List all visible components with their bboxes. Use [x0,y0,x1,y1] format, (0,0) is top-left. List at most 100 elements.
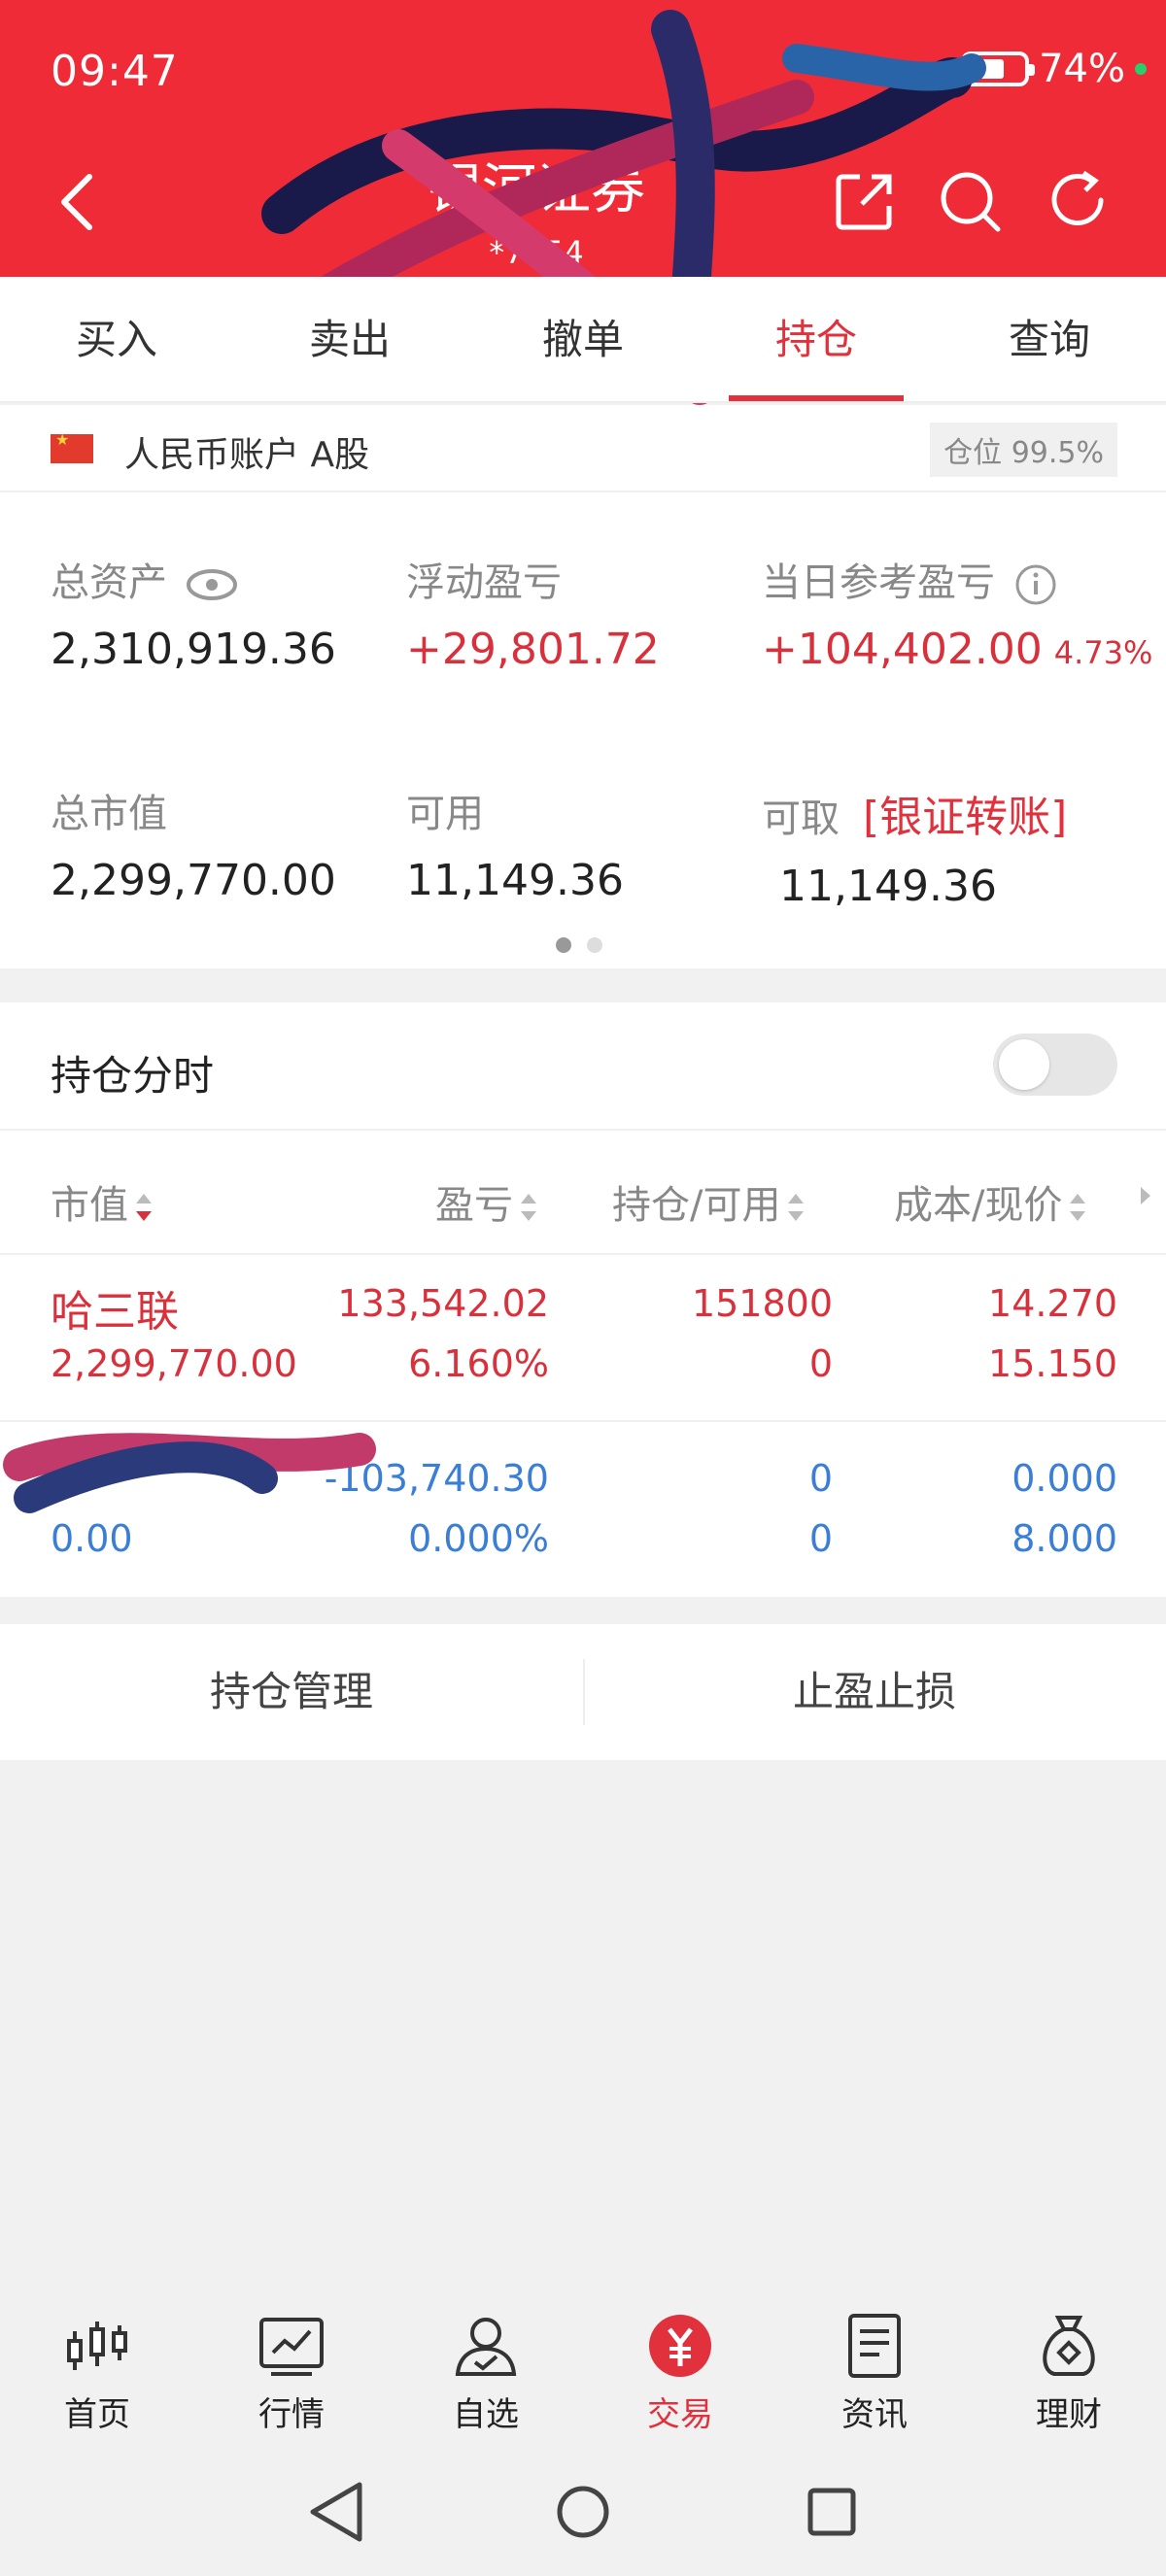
user-check-icon [455,2318,517,2376]
nav-watchlist[interactable]: 自选 [389,2290,583,2436]
col-qty-available-label: 持仓/可用 [612,1183,781,1228]
total-assets-label: 总资产 [51,560,167,605]
eye-icon[interactable] [185,567,239,602]
holdings-timeshare-toggle[interactable] [993,1034,1117,1096]
account-summary-card: 人民币账户 A股 仓位 99.5% 总资产 2,310,919.36 浮动盈亏 … [0,405,1166,968]
tab-query[interactable]: 查询 [933,277,1166,401]
refresh-icon[interactable] [1045,167,1113,235]
candlestick-icon [67,2322,127,2370]
bottom-navigation: 首页 行情 自选 交易 资讯 理财 [0,2290,1166,2436]
stop-profit-loss-button[interactable]: 止盈止损 [583,1624,1166,1760]
nav-watchlist-label: 自选 [453,2395,519,2434]
tab-buy[interactable]: 买入 [0,277,233,401]
floating-pl: 浮动盈亏 +29,801.72 [406,551,660,674]
nav-market[interactable]: 行情 [194,2290,389,2436]
sort-desc-icon [136,1194,152,1221]
row-avail: 0 [808,1517,833,1560]
row-qty: 0 [808,1457,833,1500]
chart-icon [259,2318,324,2376]
market-value-label: 总市值 [51,792,167,836]
row-price: 15.150 [988,1342,1117,1385]
nav-home[interactable]: 首页 [0,2290,194,2436]
tab-cancel[interactable]: 撤单 [466,277,700,401]
search-icon[interactable] [936,167,1004,235]
col-cost-price-label: 成本/现价 [894,1183,1063,1228]
header-title-area[interactable]: 银河证券 *7254 [428,146,645,271]
document-icon [848,2314,901,2378]
market-value-value: 2,299,770.00 [51,856,336,905]
total-assets-value: 2,310,919.36 [51,625,336,674]
system-home-icon[interactable] [557,2486,609,2538]
total-assets: 总资产 2,310,919.36 [51,551,336,674]
tab-sell[interactable]: 卖出 [233,277,466,401]
nav-market-label: 行情 [258,2395,325,2434]
manage-holdings-button[interactable]: 持仓管理 [0,1624,583,1760]
row-divider [0,1420,1166,1422]
market-value: 总市值 2,299,770.00 [51,782,336,905]
nav-wealth[interactable]: 理财 [972,2290,1166,2436]
daily-pl-label: 当日参考盈亏 [762,560,995,605]
row-cost: 0.000 [1012,1457,1117,1500]
col-cost-price[interactable]: 成本/现价 [894,1173,1087,1230]
info-icon[interactable] [1014,563,1057,606]
account-label: 人民币账户 A股 [124,435,370,475]
holdings-title: 持仓分时 [51,1052,215,1100]
account-row[interactable]: 人民币账户 A股 仓位 99.5% [0,405,1166,492]
sort-icon [1070,1194,1086,1221]
daily-pl-percent: 4.73% [1053,634,1153,671]
row-pl-pct: 6.160% [408,1342,549,1385]
daily-pl: 当日参考盈亏 +104,402.00 4.73% [762,551,1152,674]
holdings-actions: 持仓管理 止盈止损 [0,1624,1166,1760]
nav-trade-label: 交易 [647,2395,713,2434]
withdrawable-label: 可取 [762,797,840,841]
bank-transfer-link[interactable]: [银证转账] [863,793,1067,842]
holdings-column-header: 市值 盈亏 持仓/可用 成本/现价 [0,1129,1166,1255]
broker-title: 银河证券 [428,158,645,221]
withdrawable-funds: 可取 [银证转账] 11,149.36 [762,782,1067,911]
row-market-value: 0.00 [51,1517,133,1560]
system-recents-icon[interactable] [807,2488,856,2536]
nav-trade[interactable]: 交易 [583,2290,777,2436]
floating-pl-value: +29,801.72 [406,625,660,674]
back-arrow-icon[interactable] [49,163,107,241]
page-dot [587,937,602,953]
floating-pl-label: 浮动盈亏 [406,560,562,605]
nav-wealth-label: 理财 [1036,2395,1102,2434]
col-market-value-label: 市值 [51,1183,128,1228]
trade-tabs: 买入 卖出 撤单 持仓 查询 [0,277,1166,403]
nav-news[interactable]: 资讯 [777,2290,972,2436]
system-back-icon[interactable] [310,2482,362,2542]
page-indicator [556,937,602,953]
col-qty-available[interactable]: 持仓/可用 [612,1173,806,1230]
available-funds: 可用 11,149.36 [406,782,624,905]
page-dot-active [556,937,571,953]
battery-level: 74% [1039,47,1125,91]
tab-holdings[interactable]: 持仓 [700,277,933,401]
app-header: 09:47 74% 银河证券 *7254 [0,0,1166,277]
sort-icon [521,1194,536,1221]
system-navigation-bar [310,2482,856,2542]
position-ratio-badge: 仓位 99.5% [930,423,1117,477]
scroll-right-icon[interactable] [1139,1185,1152,1206]
available-label: 可用 [406,792,484,836]
nav-home-label: 首页 [64,2395,130,2434]
status-indicators: 74% [961,47,1147,91]
account-number: *7254 [489,234,584,271]
holdings-panel: 持仓分时 市值 盈亏 持仓/可用 成本/现价 哈三联 2,299,770.00 … [0,1002,1166,1597]
sort-icon [788,1194,805,1221]
withdrawable-value: 11,149.36 [779,862,997,911]
stock-name: 哈三联 [51,1287,179,1337]
share-icon[interactable] [831,167,899,235]
status-time: 09:47 [51,47,179,96]
col-profit-loss[interactable]: 盈亏 [435,1173,538,1230]
col-market-value[interactable]: 市值 [51,1173,154,1230]
row-price: 8.000 [1012,1517,1117,1560]
notification-dot [1135,63,1147,75]
row-market-value: 2,299,770.00 [51,1342,297,1385]
yen-icon [649,2315,711,2377]
row-avail: 0 [808,1342,833,1385]
daily-pl-value: +104,402.00 [762,625,1043,674]
row-pl: 133,542.02 [337,1282,549,1325]
china-flag-icon [51,430,93,463]
battery-icon [961,51,1036,86]
